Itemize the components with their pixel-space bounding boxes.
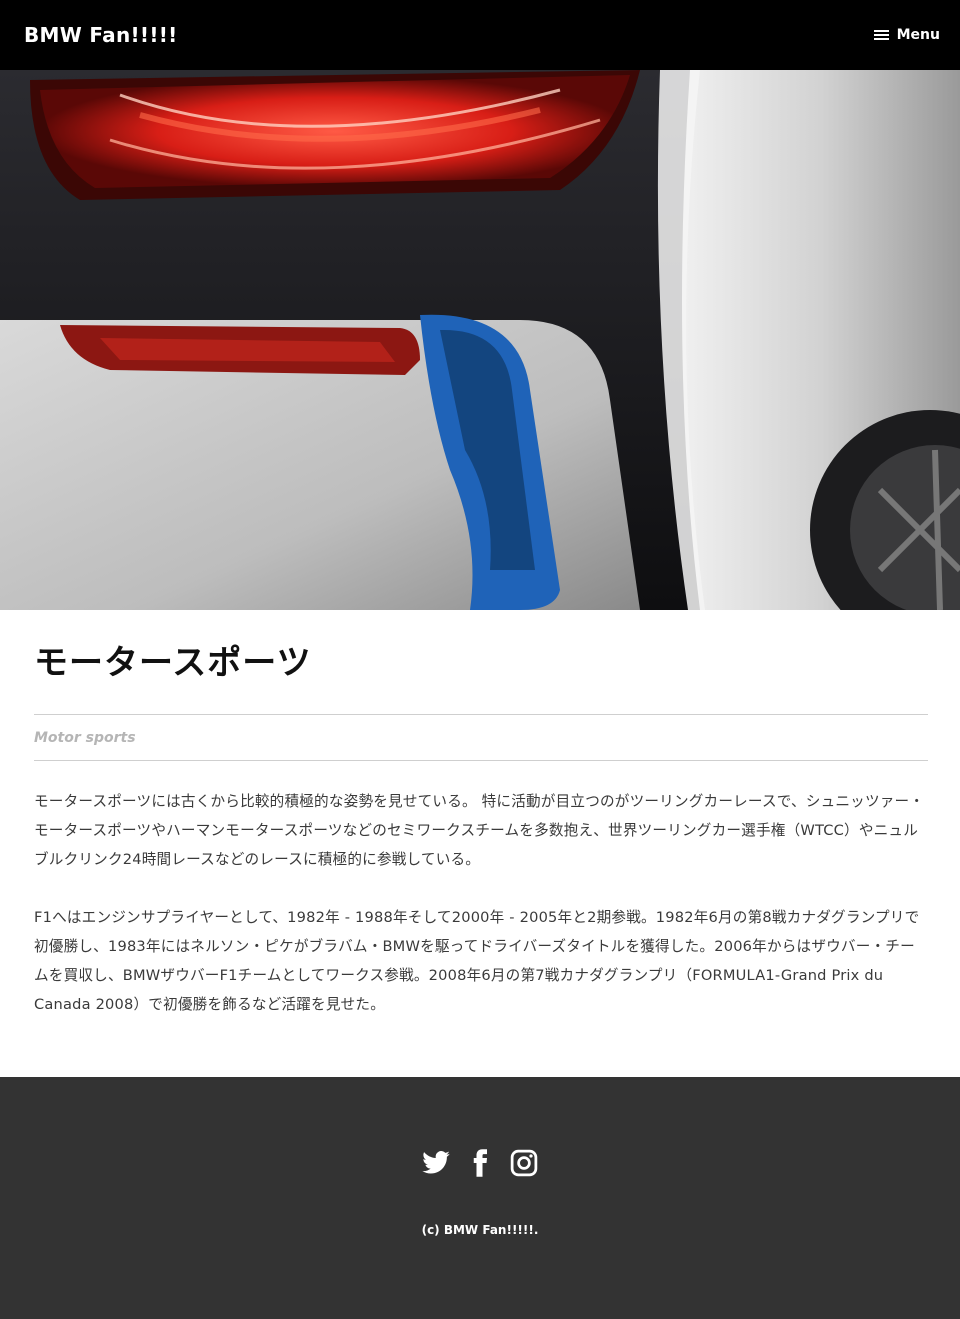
site-footer: (c) BMW Fan!!!!!.	[0, 1077, 960, 1319]
article-body: モータースポーツには古くから比較的積極的な姿勢を見せている。 特に活動が目立つの…	[34, 787, 928, 1019]
menu-button[interactable]: Menu	[873, 27, 940, 43]
site-title-link[interactable]: BMW Fan!!!!!	[24, 23, 178, 47]
paragraph-1: モータースポーツには古くから比較的積極的な姿勢を見せている。 特に活動が目立つの…	[34, 793, 925, 868]
subtitle-section: Motor sports	[34, 714, 928, 761]
instagram-icon[interactable]	[509, 1147, 539, 1179]
twitter-icon[interactable]	[421, 1147, 451, 1179]
site-header: BMW Fan!!!!! Menu	[0, 0, 960, 70]
social-links	[0, 1147, 960, 1179]
subtitle: Motor sports	[34, 729, 136, 746]
paragraph-2: F1へはエンジンサプライヤーとして、1982年 - 1988年そして2000年 …	[34, 909, 920, 1013]
hero-image	[0, 70, 960, 610]
menu-label: Menu	[896, 27, 940, 43]
facebook-icon[interactable]	[465, 1147, 495, 1179]
bmw-i8-rear-image	[0, 70, 960, 610]
page-title: モータースポーツ	[34, 643, 312, 683]
hamburger-icon	[873, 29, 889, 41]
article: モータースポーツ Motor sports モータースポーツには古くから比較的積…	[34, 610, 928, 1019]
copyright-text: (c) BMW Fan!!!!!.	[421, 1223, 539, 1237]
